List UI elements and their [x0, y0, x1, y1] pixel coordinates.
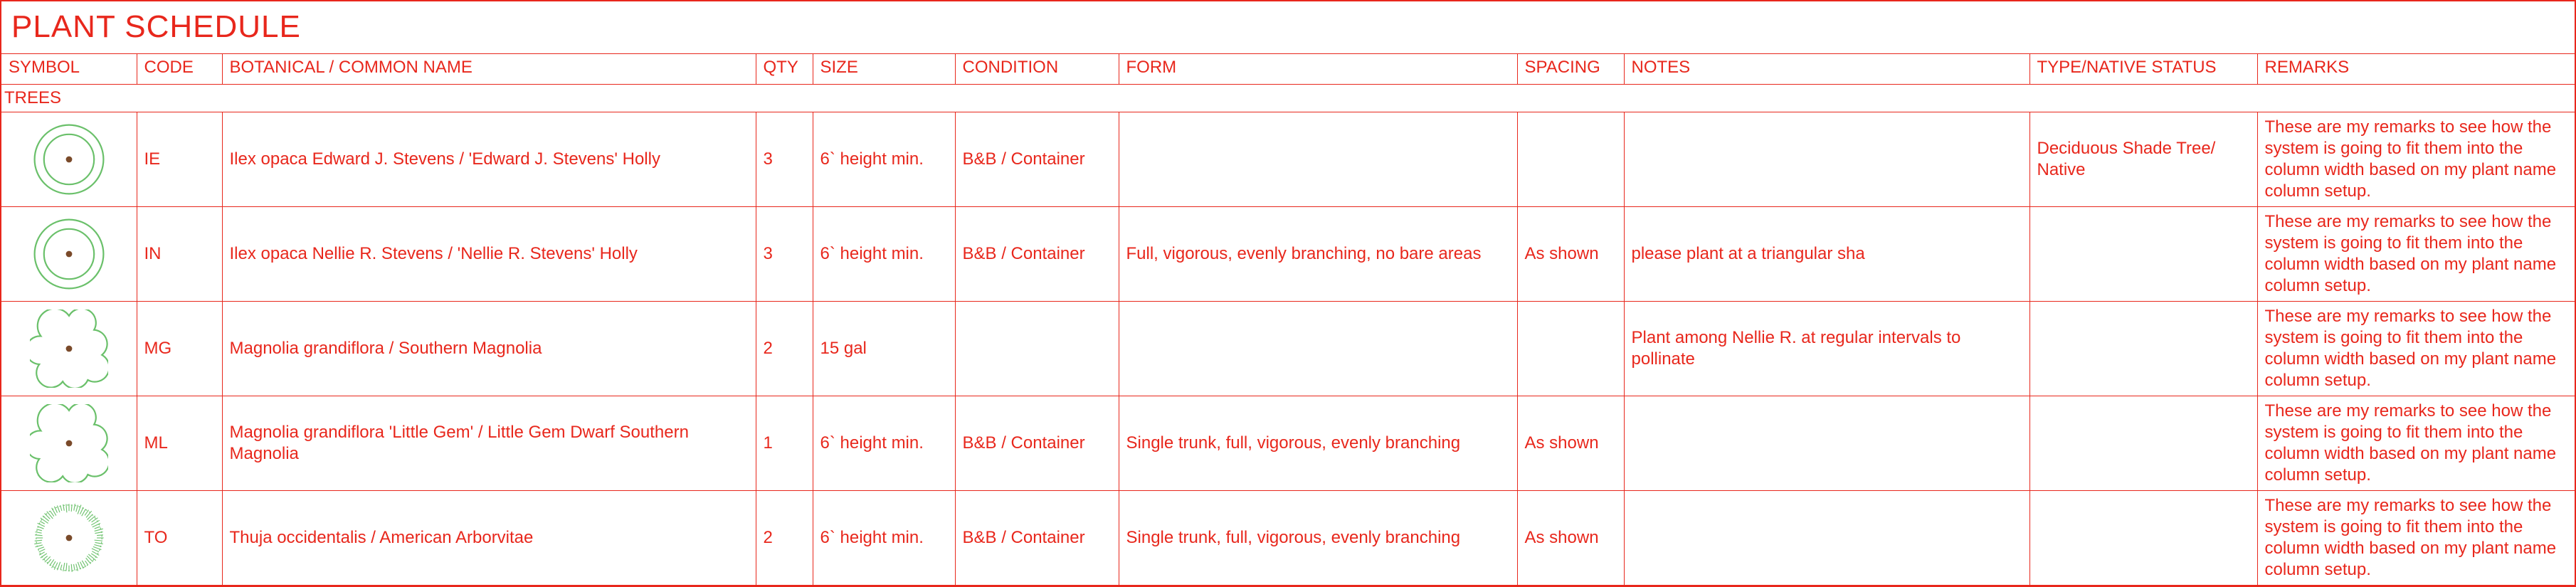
- remarks-cell: These are my remarks to see how the syst…: [2257, 491, 2575, 586]
- code-cell: ML: [137, 396, 222, 491]
- table-row: INIlex opaca Nellie R. Stevens / 'Nellie…: [1, 207, 2575, 302]
- size-cell: 6` height min.: [813, 207, 955, 302]
- header-type: TYPE/NATIVE STATUS: [2029, 54, 2257, 85]
- remarks-cell: These are my remarks to see how the syst…: [2257, 396, 2575, 491]
- name-cell: Magnolia grandiflora 'Little Gem' / Litt…: [222, 396, 756, 491]
- spacing-cell: [1517, 112, 1624, 207]
- form-cell: [1119, 112, 1517, 207]
- notes-cell: please plant at a triangular sha: [1624, 207, 2029, 302]
- size-cell: 6` height min.: [813, 396, 955, 491]
- qty-cell: 2: [756, 491, 813, 586]
- notes-cell: [1624, 112, 2029, 207]
- notes-cell: [1624, 491, 2029, 586]
- name-cell: Magnolia grandiflora / Southern Magnolia: [222, 302, 756, 396]
- size-cell: 6` height min.: [813, 112, 955, 207]
- size-cell: 6` height min.: [813, 491, 955, 586]
- header-name: BOTANICAL / COMMON NAME: [222, 54, 756, 85]
- code-cell: IN: [137, 207, 222, 302]
- header-row: SYMBOL CODE BOTANICAL / COMMON NAME QTY …: [1, 54, 2575, 85]
- table-row: MGMagnolia grandiflora / Southern Magnol…: [1, 302, 2575, 396]
- schedule-title: PLANT SCHEDULE: [1, 1, 2575, 53]
- size-cell: 15 gal: [813, 302, 955, 396]
- code-cell: MG: [137, 302, 222, 396]
- header-notes: NOTES: [1624, 54, 2029, 85]
- condition-cell: [955, 302, 1119, 396]
- condition-cell: B&B / Container: [955, 491, 1119, 586]
- header-symbol: SYMBOL: [1, 54, 137, 85]
- qty-cell: 1: [756, 396, 813, 491]
- plant-symbol-icon: [1, 112, 137, 207]
- spacing-cell: [1517, 302, 1624, 396]
- table-row: MLMagnolia grandiflora 'Little Gem' / Li…: [1, 396, 2575, 491]
- header-qty: QTY: [756, 54, 813, 85]
- notes-cell: [1624, 396, 2029, 491]
- schedule-table: SYMBOL CODE BOTANICAL / COMMON NAME QTY …: [1, 53, 2575, 586]
- remarks-cell: These are my remarks to see how the syst…: [2257, 207, 2575, 302]
- section-label: TREES: [1, 85, 2575, 112]
- name-cell: Ilex opaca Edward J. Stevens / 'Edward J…: [222, 112, 756, 207]
- header-code: CODE: [137, 54, 222, 85]
- header-condition: CONDITION: [955, 54, 1119, 85]
- remarks-cell: These are my remarks to see how the syst…: [2257, 112, 2575, 207]
- table-row: IEIlex opaca Edward J. Stevens / 'Edward…: [1, 112, 2575, 207]
- header-spacing: SPACING: [1517, 54, 1624, 85]
- notes-cell: Plant among Nellie R. at regular interva…: [1624, 302, 2029, 396]
- qty-cell: 3: [756, 207, 813, 302]
- type-cell: [2029, 207, 2257, 302]
- header-form: FORM: [1119, 54, 1517, 85]
- plant-symbol-icon: [1, 396, 137, 491]
- plant-symbol-icon: [1, 207, 137, 302]
- qty-cell: 2: [756, 302, 813, 396]
- type-cell: Deciduous Shade Tree/ Native: [2029, 112, 2257, 207]
- code-cell: IE: [137, 112, 222, 207]
- form-cell: Single trunk, full, vigorous, evenly bra…: [1119, 491, 1517, 586]
- header-remarks: REMARKS: [2257, 54, 2575, 85]
- form-cell: Single trunk, full, vigorous, evenly bra…: [1119, 396, 1517, 491]
- remarks-cell: These are my remarks to see how the syst…: [2257, 302, 2575, 396]
- plant-symbol-icon: [1, 302, 137, 396]
- form-cell: [1119, 302, 1517, 396]
- condition-cell: B&B / Container: [955, 396, 1119, 491]
- code-cell: TO: [137, 491, 222, 586]
- type-cell: [2029, 396, 2257, 491]
- spacing-cell: As shown: [1517, 491, 1624, 586]
- header-size: SIZE: [813, 54, 955, 85]
- plant-symbol-icon: [1, 491, 137, 586]
- qty-cell: 3: [756, 112, 813, 207]
- spacing-cell: As shown: [1517, 396, 1624, 491]
- condition-cell: B&B / Container: [955, 207, 1119, 302]
- spacing-cell: As shown: [1517, 207, 1624, 302]
- name-cell: Ilex opaca Nellie R. Stevens / 'Nellie R…: [222, 207, 756, 302]
- form-cell: Full, vigorous, evenly branching, no bar…: [1119, 207, 1517, 302]
- type-cell: [2029, 302, 2257, 396]
- type-cell: [2029, 491, 2257, 586]
- condition-cell: B&B / Container: [955, 112, 1119, 207]
- plant-schedule: PLANT SCHEDULE SYMBOL CODE BOTANICAL / C…: [0, 0, 2576, 587]
- section-row: TREES: [1, 85, 2575, 112]
- table-row: TOThuja occidentalis / American Arborvit…: [1, 491, 2575, 586]
- name-cell: Thuja occidentalis / American Arborvitae: [222, 491, 756, 586]
